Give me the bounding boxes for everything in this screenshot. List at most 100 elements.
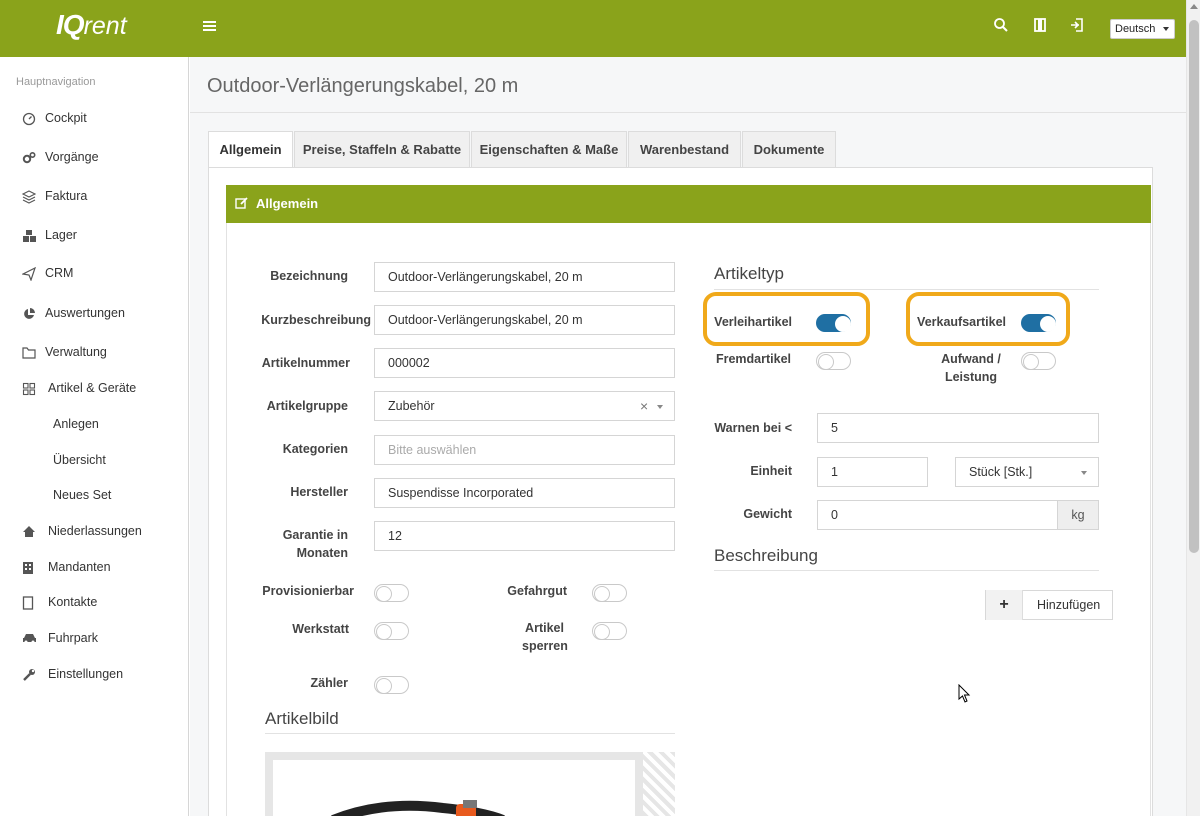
page-title: Outdoor-Verlängerungskabel, 20 m (207, 75, 519, 97)
car-icon (22, 632, 36, 646)
page-scrollbar[interactable] (1186, 0, 1200, 816)
edit-icon (235, 197, 248, 209)
sidebar-subitem-neues-set[interactable]: Neues Set (0, 484, 188, 508)
werkstatt-label: Werkstatt (292, 622, 349, 636)
zaehler-toggle[interactable] (374, 676, 409, 694)
aufwand-toggle[interactable] (1021, 352, 1056, 370)
artikelnummer-label: Artikelnummer (261, 356, 350, 370)
werkstatt-toggle[interactable] (374, 622, 409, 640)
sidebar-item-einstellungen[interactable]: Einstellungen (0, 663, 188, 687)
search-icon[interactable] (993, 17, 1011, 37)
cubes-icon (22, 229, 36, 243)
sidebar-item-faktura[interactable]: Faktura (0, 185, 188, 209)
einheit-input[interactable]: 1 (817, 457, 928, 487)
tab-warenbestand[interactable]: Warenbestand (628, 131, 741, 167)
sidebar-item-label: Vorgänge (45, 150, 99, 164)
sidebar-subitem-uebersicht[interactable]: Übersicht (0, 449, 188, 473)
sidebar-subitem-anlegen[interactable]: Anlegen (0, 413, 188, 437)
zaehler-label: Zähler (310, 676, 348, 690)
sidebar-item-label: Neues Set (53, 488, 112, 502)
logout-icon[interactable] (1069, 17, 1087, 37)
mouse-cursor-icon (958, 684, 971, 703)
artikel-sperren-toggle[interactable] (592, 622, 627, 640)
verleihartikel-toggle[interactable] (816, 314, 851, 332)
sidebar-item-auswertungen[interactable]: Auswertungen (0, 302, 188, 326)
verkaufsartikel-toggle[interactable] (1021, 314, 1056, 332)
gewicht-input[interactable]: 0 (817, 500, 1058, 530)
artikelnummer-input[interactable]: 000002 (374, 348, 675, 378)
aufwand-line2: Leistung (944, 370, 998, 384)
gewicht-label: Gewicht (743, 507, 792, 521)
gefahrgut-toggle[interactable] (592, 584, 627, 602)
scrollbar-thumb[interactable] (1189, 20, 1199, 553)
artikeltyp-heading: Artikeltyp (714, 264, 784, 283)
language-select[interactable]: Deutsch (1110, 19, 1175, 39)
sidebar-item-verwaltung[interactable]: Verwaltung (0, 341, 188, 365)
sidebar-item-vorgaenge[interactable]: Vorgänge (0, 146, 188, 170)
aufwand-line1: Aufwand / (941, 352, 1001, 366)
panel-title: Allgemein (256, 196, 319, 211)
sidebar-heading: Hauptnavigation (16, 76, 96, 88)
sidebar-item-mandanten[interactable]: Mandanten (0, 556, 188, 580)
artikeltyp-divider (714, 289, 1099, 290)
aufwand-label: Aufwand / Leistung (924, 350, 1018, 386)
fremdartikel-label: Fremdartikel (715, 352, 791, 366)
sidebar-item-lager[interactable]: Lager (0, 224, 188, 248)
garantie-label: Garantie in Monaten (240, 526, 348, 562)
kategorien-label: Kategorien (282, 442, 348, 456)
artikel-sperren-line2: sperren (522, 639, 568, 653)
logo-sub: rent (83, 12, 127, 40)
einheit-label: Einheit (750, 464, 792, 478)
sidebar-item-label: Mandanten (48, 560, 111, 574)
top-bar: IQrent Deutsch (0, 0, 1186, 57)
verleihartikel-label: Verleihartikel (714, 315, 792, 329)
image-frame (273, 760, 635, 816)
gewicht-unit-addon: kg (1057, 500, 1099, 530)
sidebar-item-fuhrpark[interactable]: Fuhrpark (0, 627, 188, 651)
garantie-input[interactable]: 12 (374, 521, 675, 551)
gears-icon (22, 151, 36, 165)
warnen-label: Warnen bei < (714, 421, 792, 435)
paper-plane-icon (21, 266, 37, 282)
fullscreen-icon[interactable] (1033, 17, 1051, 37)
tab-preise[interactable]: Preise, Staffeln & Rabatte (294, 131, 470, 167)
tab-dokumente[interactable]: Dokumente (742, 131, 836, 167)
sidebar-item-cockpit[interactable]: Cockpit (0, 107, 188, 131)
sidebar-item-crm[interactable]: CRM (0, 262, 188, 286)
sidebar-item-kontakte[interactable]: Kontakte (0, 591, 188, 615)
chevron-down-icon (657, 405, 663, 409)
sidebar-item-label: Verwaltung (45, 345, 107, 359)
logo-main: IQ (56, 9, 85, 40)
hamburger-icon[interactable] (203, 19, 216, 36)
garantie-label-line1: Garantie in (282, 528, 348, 542)
grid-icon (22, 382, 36, 396)
kurzbeschreibung-label: Kurzbeschreibung (261, 313, 371, 327)
app-logo[interactable]: IQrent (56, 9, 127, 41)
sidebar-item-artikel-geraete[interactable]: Artikel & Geräte (0, 377, 188, 401)
header-divider (190, 112, 1186, 113)
fremdartikel-toggle[interactable] (816, 352, 851, 370)
artikel-sperren-label: Artikel sperren (480, 619, 568, 655)
provisionierbar-label: Provisionierbar (262, 584, 354, 598)
sidebar-item-label: Kontakte (48, 595, 98, 609)
scroll-up-icon[interactable] (1190, 4, 1198, 9)
sidebar-item-niederlassungen[interactable]: Niederlassungen (0, 520, 188, 544)
bezeichnung-input[interactable]: Outdoor-Verlängerungskabel, 20 m (374, 262, 675, 292)
kurzbeschreibung-input[interactable]: Outdoor-Verlängerungskabel, 20 m (374, 305, 675, 335)
kategorien-select[interactable]: Bitte auswählen (374, 435, 675, 465)
warnen-input[interactable]: 5 (817, 413, 1099, 443)
sidebar-item-label: Faktura (45, 189, 88, 203)
artikelgruppe-select[interactable]: Zubehör × (374, 391, 675, 421)
chevron-down-icon (1163, 27, 1169, 31)
hersteller-input[interactable]: Suspendisse Incorporated (374, 478, 675, 508)
provisionierbar-toggle[interactable] (374, 584, 409, 602)
artikel-image[interactable] (265, 752, 675, 816)
sidebar-item-label: CRM (45, 266, 74, 280)
tab-eigenschaften[interactable]: Eigenschaften & Maße (471, 131, 627, 167)
clear-icon[interactable]: × (640, 392, 648, 420)
add-description-button[interactable]: + Hinzufügen (985, 590, 1113, 620)
plus-icon: + (986, 590, 1023, 620)
tab-allgemein[interactable]: Allgemein (208, 131, 293, 168)
einheit-select[interactable]: Stück [Stk.] (955, 457, 1099, 487)
folder-icon (22, 346, 36, 360)
